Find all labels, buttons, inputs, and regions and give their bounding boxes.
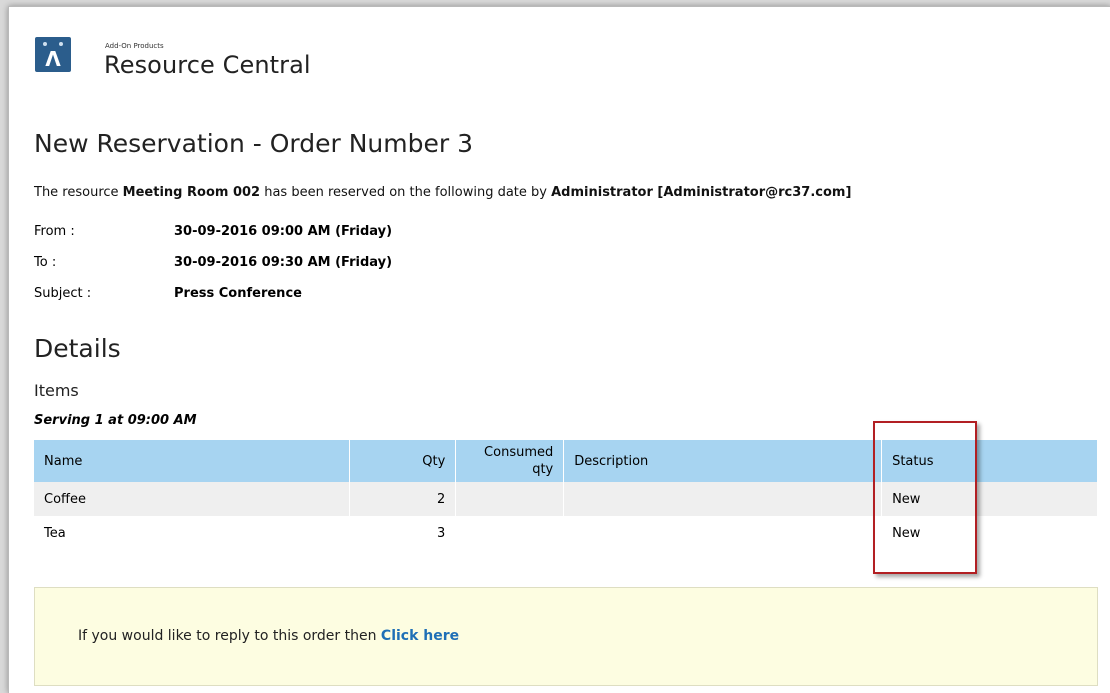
items-heading: Items — [34, 381, 79, 400]
from-value: 30-09-2016 09:00 AM (Friday) — [174, 224, 393, 239]
table-header-row: Name Qty Consumed qty Description Status — [34, 440, 1098, 482]
details-heading: Details — [34, 334, 121, 363]
brand-tagline: Add-On Products — [105, 42, 164, 50]
reply-notice: If you would like to reply to this order… — [34, 587, 1098, 686]
item-status: New — [881, 482, 1098, 516]
column-header-qty: Qty — [349, 440, 457, 482]
reserved-by: Administrator [Administrator@rc37.com] — [551, 185, 852, 200]
subject-label: Subject : — [34, 286, 92, 301]
column-header-status: Status — [881, 440, 1098, 482]
click-here-link[interactable]: Click here — [381, 628, 459, 644]
column-header-consumed-qty: Consumed qty — [455, 440, 565, 482]
from-row: From : 30-09-2016 09:00 AM (Friday) — [34, 224, 392, 239]
item-name: Coffee — [34, 482, 351, 516]
resource-name: Meeting Room 002 — [122, 185, 261, 200]
to-value: 30-09-2016 09:30 AM (Friday) — [174, 255, 393, 270]
item-qty: 2 — [349, 482, 457, 516]
email-window: Λ Add-On Products Resource Central New R… — [8, 6, 1110, 693]
from-label: From : — [34, 224, 75, 239]
items-table: Name Qty Consumed qty Description Status … — [34, 440, 1098, 550]
item-qty: 3 — [349, 516, 457, 550]
page-title: New Reservation - Order Number 3 — [34, 129, 473, 158]
table-row: Tea 3 New — [34, 516, 1098, 550]
subject-row: Subject : Press Conference — [34, 286, 302, 301]
subject-value: Press Conference — [174, 286, 302, 301]
item-name: Tea — [34, 516, 351, 550]
resource-central-logo-icon: Λ — [35, 37, 71, 72]
column-header-description: Description — [563, 440, 883, 482]
item-description — [563, 482, 883, 516]
to-row: To : 30-09-2016 09:30 AM (Friday) — [34, 255, 392, 270]
reply-text: If you would like to reply to this order… — [78, 628, 460, 644]
item-consumed-qty — [455, 516, 565, 550]
column-header-name: Name — [34, 440, 351, 482]
table-row: Coffee 2 New — [34, 482, 1098, 516]
item-status: New — [881, 516, 1098, 550]
serving-label: Serving 1 at 09:00 AM — [34, 413, 197, 428]
item-consumed-qty — [455, 482, 565, 516]
brand-name: Resource Central — [104, 51, 311, 79]
item-description — [563, 516, 883, 550]
reservation-intro: The resource Meeting Room 002 has been r… — [34, 185, 852, 200]
to-label: To : — [34, 255, 57, 270]
